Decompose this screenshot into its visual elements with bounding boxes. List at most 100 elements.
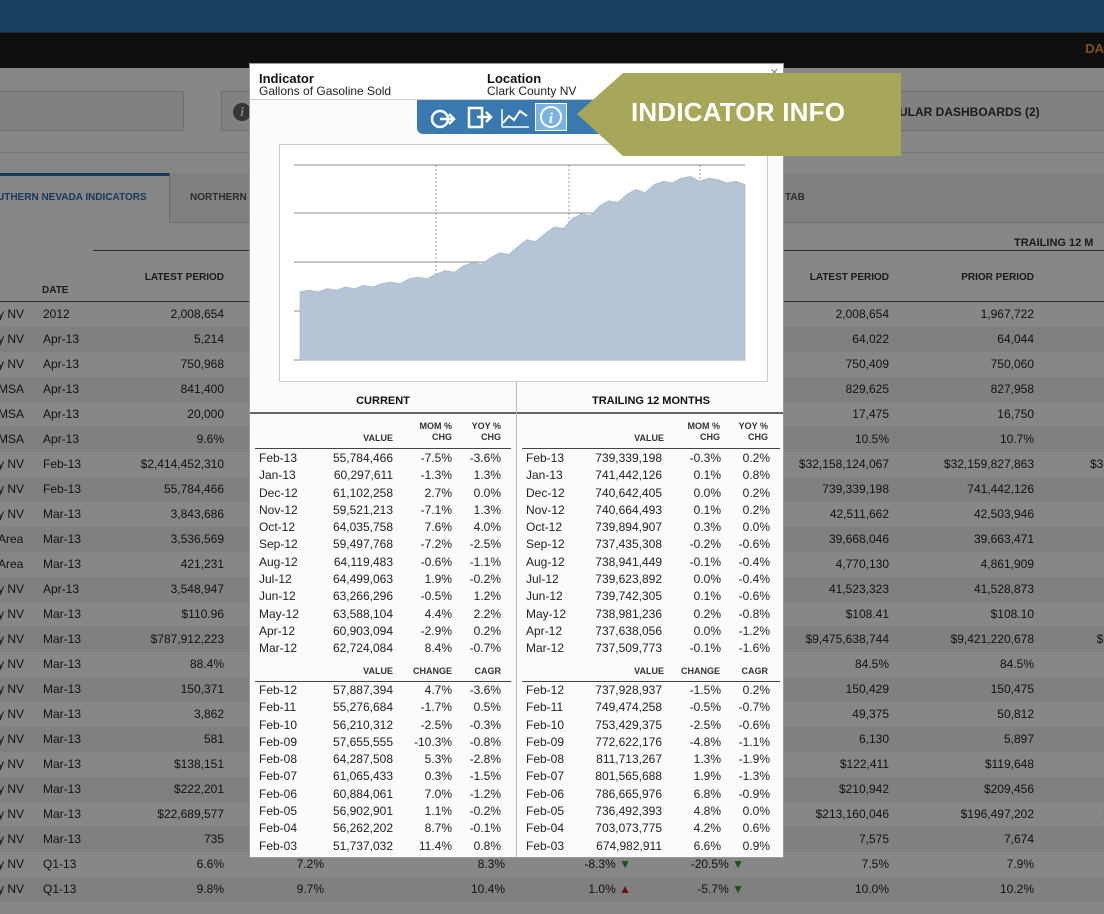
date-cell: Feb-03 <box>526 838 565 853</box>
rate-cell: -0.6% <box>738 537 770 552</box>
change-cell: -7.1% <box>420 502 452 517</box>
hdr-yoy-t: YOY % CHG <box>738 421 768 442</box>
date-cell: Aug-12 <box>259 554 298 569</box>
share-icon[interactable] <box>427 103 459 131</box>
change-cell: 5.3% <box>424 752 452 767</box>
current-monthly-table: Feb-13 55,784,466 -7.5% -3.6% Jan-13 60,297,6… <box>250 450 516 658</box>
change-cell: 2.7% <box>424 485 452 500</box>
change-cell: 8.4% <box>424 641 452 656</box>
modal-table-row: Apr-12 60,903,094 -2.9% 0.2% <box>250 623 516 640</box>
table-rule <box>255 448 511 449</box>
chart-icon[interactable] <box>499 103 531 131</box>
change-cell: 6.6% <box>693 838 721 853</box>
modal-table-row: Dec-12 740,642,405 0.0% 0.2% <box>517 485 783 502</box>
hdr-change-t: CHANGE <box>680 666 720 676</box>
value-cell: 64,287,508 <box>332 752 393 767</box>
date-cell: May-12 <box>526 606 567 621</box>
date-cell: Feb-10 <box>259 717 298 732</box>
value-cell: 51,737,032 <box>332 838 393 853</box>
date-cell: Feb-09 <box>259 734 298 749</box>
rate-cell: 0.0% <box>742 520 770 535</box>
rate-cell: -3.6% <box>469 683 501 697</box>
modal-table-row: Aug-12 64,119,483 -0.6% -1.1% <box>250 554 516 571</box>
value-cell: 64,119,483 <box>333 554 393 569</box>
series-area <box>299 176 746 361</box>
value-cell: 786,665,976 <box>595 786 662 801</box>
date-cell: Feb-06 <box>259 786 298 801</box>
table-rule <box>522 448 780 449</box>
modal-table-row: Feb-03 51,737,032 11.4% 0.8% <box>250 838 516 855</box>
change-cell: -7.2% <box>420 537 452 552</box>
date-cell: Sep-12 <box>526 537 565 552</box>
value-cell: 56,262,202 <box>332 821 393 836</box>
modal-table-row: Feb-07 61,065,433 0.3% -1.5% <box>250 768 516 785</box>
modal-table-row: Feb-13 739,339,198 -0.3% 0.2% <box>517 450 783 467</box>
rate-cell: -1.3% <box>738 769 770 784</box>
indicator-info-callout: INDICATOR INFO <box>577 73 901 156</box>
value-cell: 57,887,394 <box>332 683 393 697</box>
modal-table-row: Jun-12 739,742,305 0.1% -0.6% <box>517 588 783 605</box>
change-cell: -2.5% <box>420 717 452 732</box>
change-cell: 1.9% <box>693 769 721 784</box>
rate-cell: 0.6% <box>742 821 770 836</box>
rate-cell: -1.6% <box>738 641 770 656</box>
date-cell: May-12 <box>259 606 300 621</box>
info-icon[interactable]: i <box>535 103 567 131</box>
modal-table-row: Feb-07 801,565,688 1.9% -1.3% <box>517 768 783 785</box>
date-cell: Feb-13 <box>259 451 298 465</box>
hdr-yoy: YOY % CHG <box>471 421 501 442</box>
modal-table-row: Feb-05 56,902,901 1.1% -0.2% <box>250 803 516 820</box>
date-cell: Sep-12 <box>259 537 298 552</box>
change-cell: -10.3% <box>413 734 452 749</box>
hdr-value-t: VALUE <box>634 433 664 443</box>
hdr-mom-t: MOM % CHG <box>687 421 721 442</box>
value-cell: 740,642,405 <box>595 485 662 500</box>
rate-cell: -1.9% <box>738 752 770 767</box>
change-cell: 0.3% <box>693 520 721 535</box>
change-cell: -1.5% <box>689 683 721 697</box>
rate-cell: 0.2% <box>742 683 770 697</box>
modal-table-row: Jan-13 60,297,611 -1.3% 1.3% <box>250 467 516 484</box>
modal-table-row: Feb-11 749,474,258 -0.5% -0.7% <box>517 699 783 716</box>
change-cell: 8.7% <box>424 821 452 836</box>
value-cell: 57,655,555 <box>332 734 393 749</box>
change-cell: -0.3% <box>689 451 721 465</box>
value-cell: 703,073,775 <box>595 821 662 836</box>
change-cell: 7.0% <box>424 786 452 801</box>
change-cell: 4.7% <box>424 683 452 697</box>
value-cell: 674,982,911 <box>596 838 662 853</box>
rate-cell: -0.3% <box>469 717 501 732</box>
hdr-cagr-t: CAGR <box>741 666 769 676</box>
date-cell: Feb-11 <box>526 700 564 715</box>
change-cell: 4.2% <box>693 821 721 836</box>
modal-table-row: Feb-12 57,887,394 4.7% -3.6% <box>250 682 516 699</box>
date-cell: Jun-12 <box>259 589 296 604</box>
value-cell: 59,497,768 <box>332 537 393 552</box>
rate-cell: -1.2% <box>738 623 770 638</box>
change-cell: 1.1% <box>424 804 452 819</box>
date-cell: Oct-12 <box>526 520 563 535</box>
date-cell: Feb-07 <box>526 769 565 784</box>
value-cell: 741,442,126 <box>595 468 662 483</box>
value-cell: 753,429,375 <box>595 717 662 732</box>
date-cell: Feb-10 <box>526 717 565 732</box>
modal-table-row: Feb-10 56,210,312 -2.5% -0.3% <box>250 717 516 734</box>
rate-cell: -1.2% <box>469 786 501 801</box>
indicator-modal: Indicator Gallons of Gasoline Sold Locat… <box>249 63 784 858</box>
modal-table-row: Nov-12 59,521,213 -7.1% 1.3% <box>250 502 516 519</box>
change-cell: 0.0% <box>693 572 721 587</box>
date-cell: Feb-08 <box>259 752 298 767</box>
section-rule <box>250 412 783 414</box>
export-icon[interactable] <box>463 103 495 131</box>
rate-cell: -0.6% <box>738 589 770 604</box>
change-cell: -0.1% <box>689 554 721 569</box>
change-cell: -2.5% <box>689 717 721 732</box>
rate-cell: 0.8% <box>473 838 501 853</box>
date-cell: Dec-12 <box>259 485 298 500</box>
rate-cell: 0.9% <box>742 838 770 853</box>
value-cell: 739,339,198 <box>595 451 662 465</box>
value-cell: 739,894,907 <box>595 520 662 535</box>
date-cell: Feb-09 <box>526 734 565 749</box>
change-cell: 4.4% <box>424 606 452 621</box>
modal-table-row: Feb-06 60,884,061 7.0% -1.2% <box>250 786 516 803</box>
